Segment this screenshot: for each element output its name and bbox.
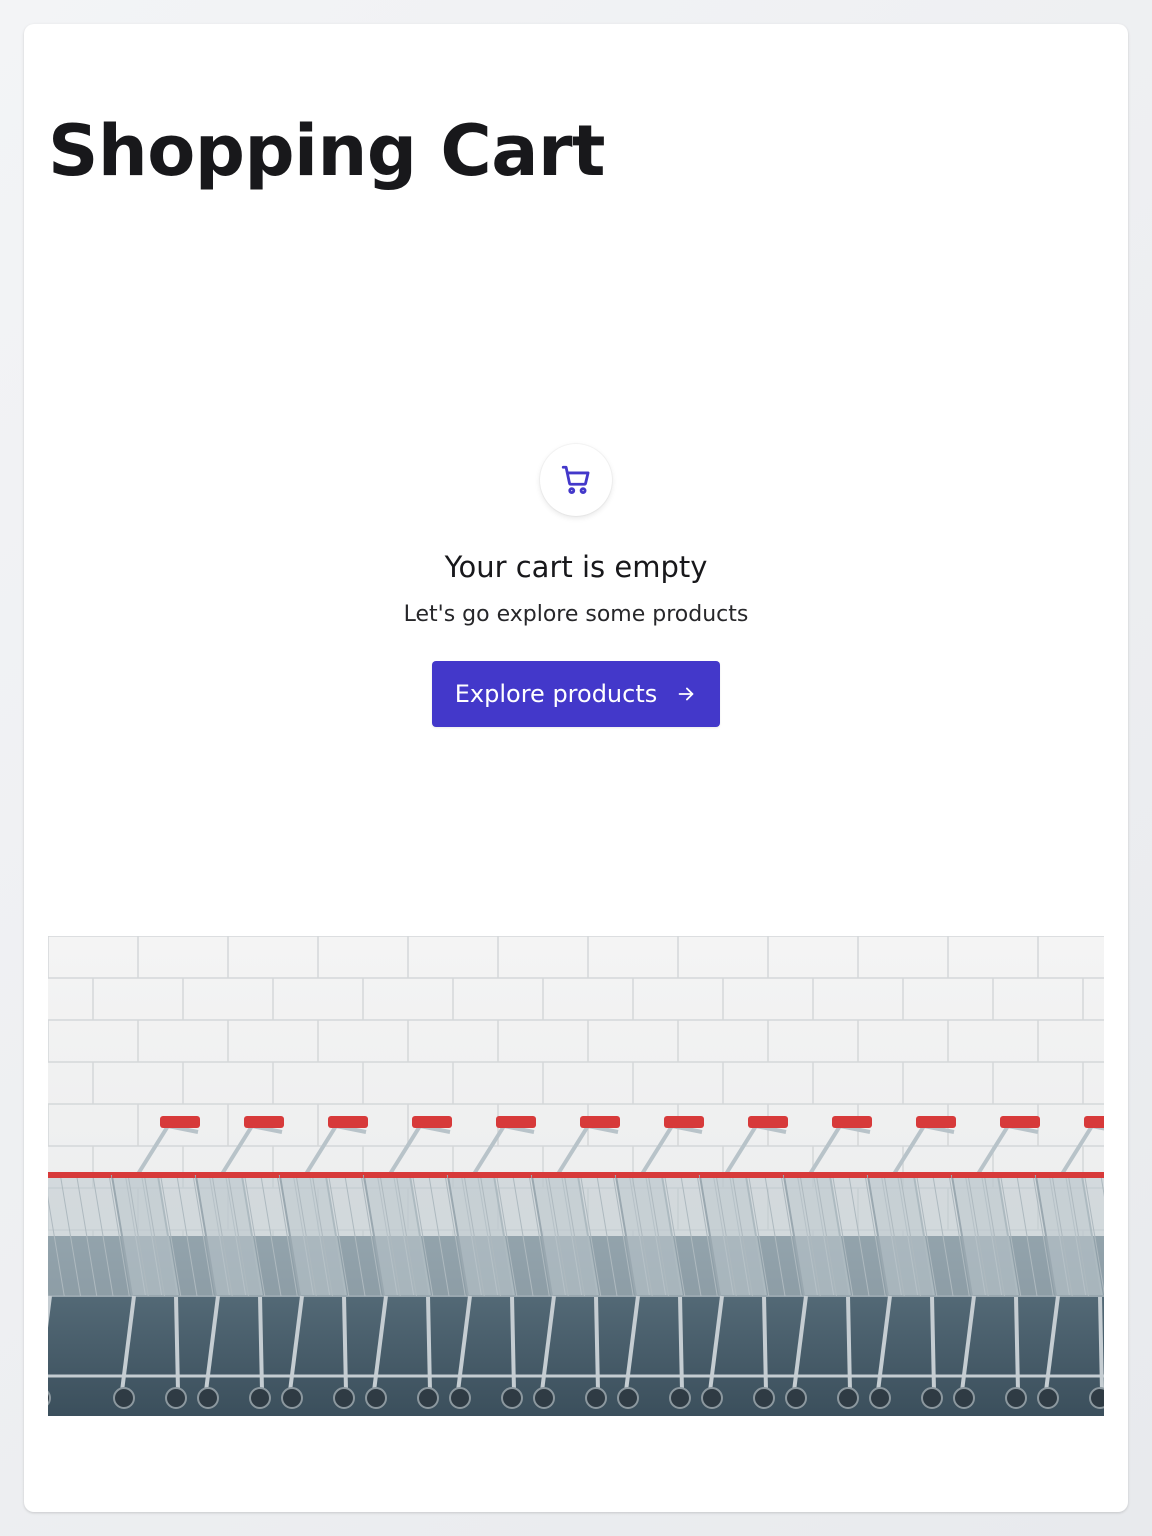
cart-card: Shopping Cart Your cart is empty Let's g…	[24, 24, 1128, 1512]
explore-products-button[interactable]: Explore products	[432, 661, 720, 728]
arrow-right-icon	[678, 687, 694, 701]
shopping-cart-icon	[561, 465, 590, 495]
empty-cart-heading: Your cart is empty	[444, 550, 708, 584]
shopping-carts-image	[48, 936, 1104, 1416]
empty-cart-state: Your cart is empty Let's go explore some…	[24, 444, 1128, 728]
page-title: Shopping Cart	[48, 110, 605, 192]
cart-icon-badge	[540, 444, 612, 516]
empty-cart-subtext: Let's go explore some products	[403, 601, 749, 627]
explore-products-label: Explore products	[454, 680, 658, 709]
shopping-carts-illustration	[48, 936, 1104, 1416]
